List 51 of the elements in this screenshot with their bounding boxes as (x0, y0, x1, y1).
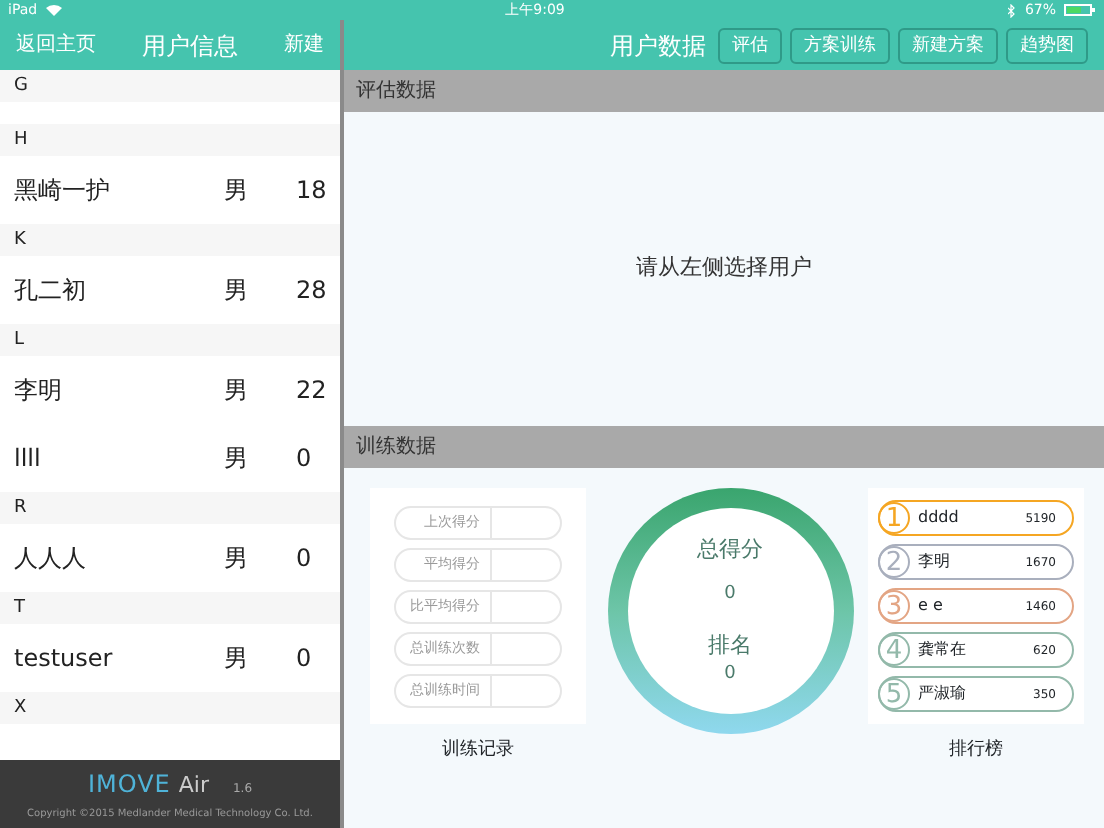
rank-number: 5 (878, 678, 910, 710)
section-header: 训练数据 (344, 426, 1104, 468)
user-age: 0 (296, 642, 312, 676)
panel-caption: 排行榜 (949, 738, 1003, 764)
score-label: 总得分 (697, 533, 763, 565)
empty-message: 请从左侧选择用户 (636, 252, 812, 285)
rank-number: 1 (878, 502, 910, 534)
score-value: 0 (724, 582, 736, 608)
user-age: 22 (296, 374, 327, 408)
bluetooth-icon (1008, 3, 1017, 17)
user-age: 18 (296, 174, 327, 208)
user-name[interactable]: 李明 (0, 372, 224, 408)
section-header: 评估数据 (344, 70, 1104, 112)
section-letter: T (0, 592, 340, 624)
panel-title: 用户数据 (610, 29, 706, 63)
ranking-name: dddd (918, 506, 961, 530)
section-letter: L (0, 324, 340, 356)
battery-icon (1064, 4, 1097, 16)
rank-label: 排名 (708, 629, 752, 661)
rank-number: 3 (878, 590, 910, 622)
ranking-name: 李明 (918, 550, 952, 574)
user-name[interactable]: 人人人 (0, 540, 224, 576)
user-gender: 男 (224, 542, 250, 576)
rank-value: 0 (724, 662, 736, 688)
wifi-icon (45, 4, 62, 16)
logo-suffix: Air (178, 769, 209, 801)
user-gender: 男 (224, 274, 250, 308)
section-letter: R (0, 492, 340, 524)
ranking-name: 龚常在 (918, 638, 968, 662)
section-letter: X (0, 692, 340, 724)
ranking-name: 严淑瑜 (918, 682, 968, 706)
rank-number: 2 (878, 546, 910, 578)
user-name[interactable]: testuser (0, 640, 224, 676)
user-gender: 男 (224, 442, 250, 476)
panel-caption: 训练记录 (442, 738, 514, 764)
user-gender: 男 (224, 174, 250, 208)
user-name[interactable]: 黑崎一护 (0, 172, 224, 208)
section-letter: G (0, 70, 340, 102)
user-age: 0 (296, 542, 312, 576)
panel-title: 用户信息 (142, 29, 238, 63)
section-letter: K (0, 224, 340, 256)
ranking-name: e e (918, 594, 945, 618)
user-name[interactable]: 孔二初 (0, 272, 224, 308)
section-letter: H (0, 124, 340, 156)
logo-text: IMOVE (87, 767, 171, 801)
user-age: 0 (296, 442, 312, 476)
user-gender: 男 (224, 642, 250, 676)
user-age: 28 (296, 274, 327, 308)
user-name[interactable]: llll (0, 440, 224, 476)
user-gender: 男 (224, 374, 250, 408)
rank-number: 4 (878, 634, 910, 666)
